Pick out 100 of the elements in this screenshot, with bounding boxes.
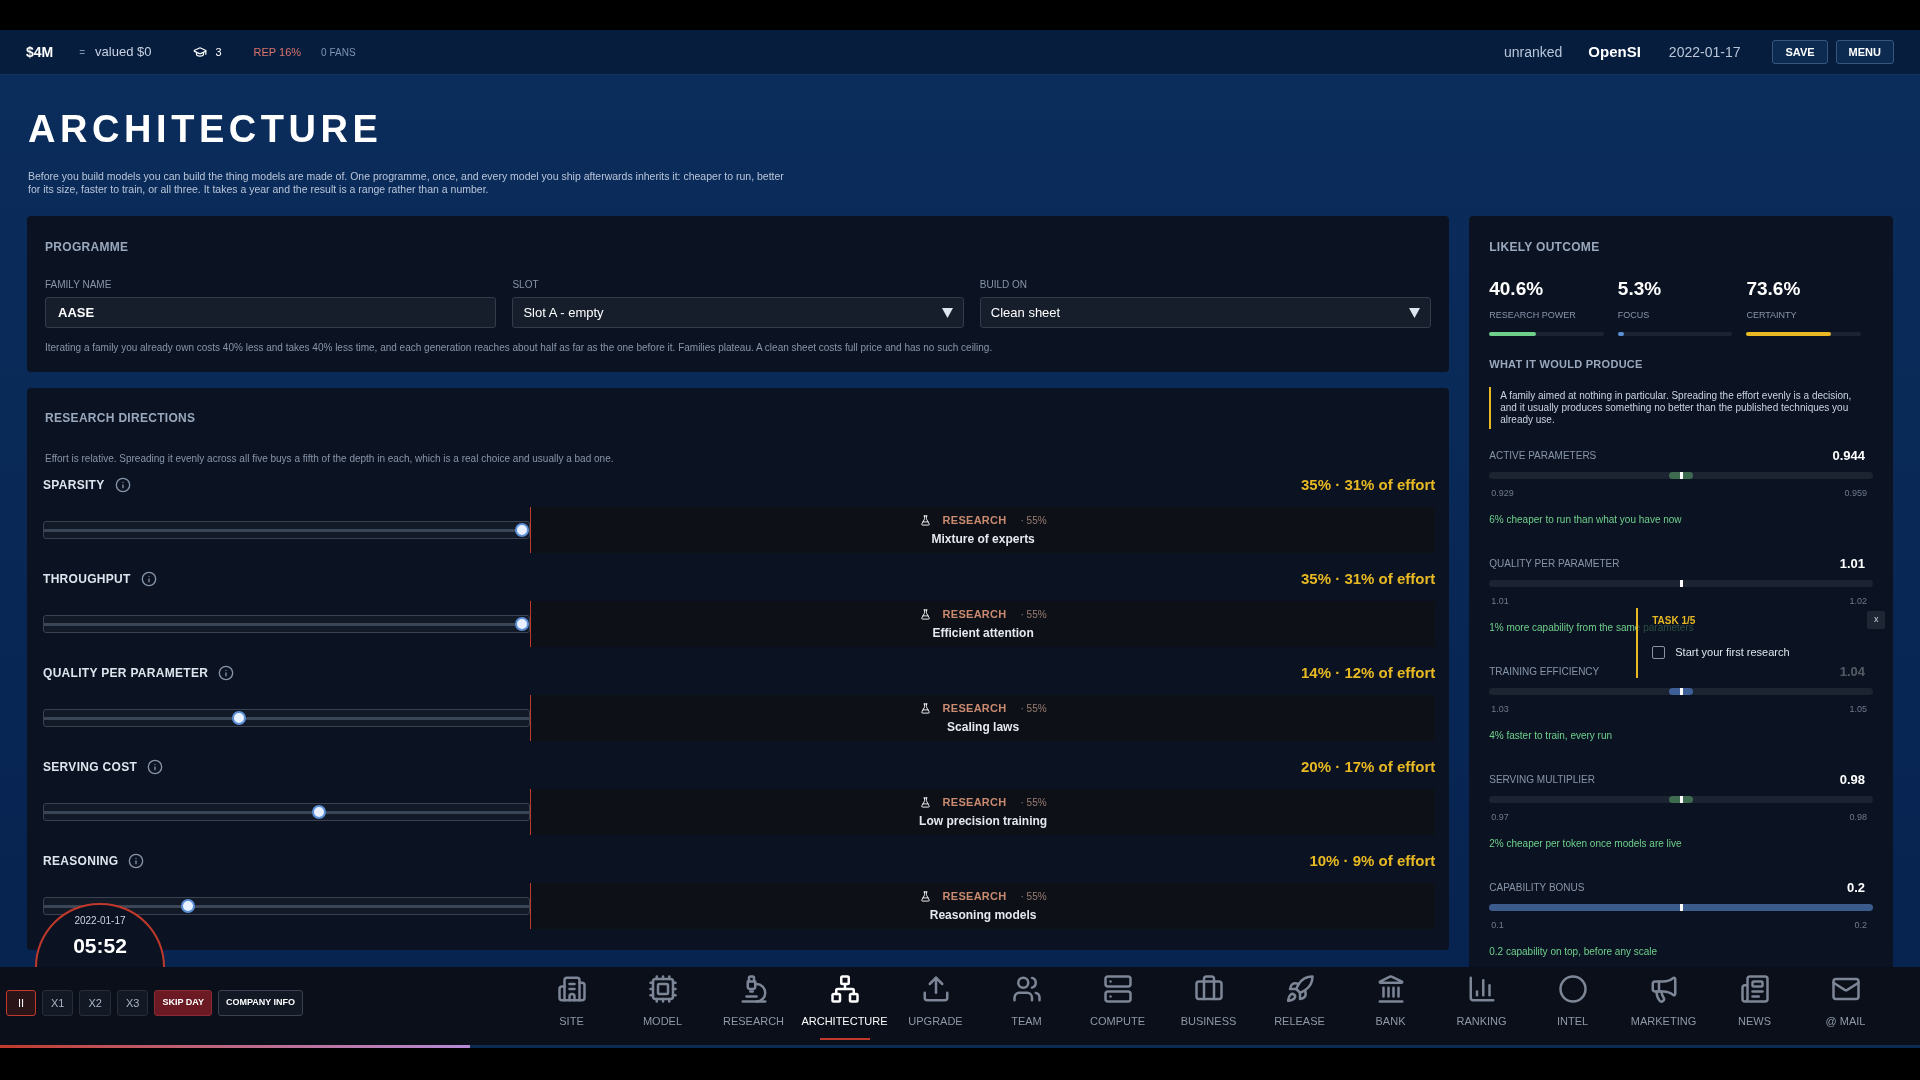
metric-name: ACTIVE PARAMETERS bbox=[1489, 449, 1597, 463]
research-note: Effort is relative. Spreading it evenly across all five buys a fifth of the depth in each, which is a real choice and usually a bad one. bbox=[44, 452, 615, 466]
research-card[interactable]: RESEARCH · 55% Low precision training bbox=[530, 789, 1436, 835]
page-title: ARCHITECTURE bbox=[28, 107, 384, 151]
research-name: Efficient attention bbox=[932, 625, 1034, 643]
flask-icon bbox=[919, 514, 931, 526]
nav-tab[interactable]: UPGRADE bbox=[890, 967, 981, 1045]
nav-tab[interactable]: NEWS bbox=[1709, 967, 1800, 1045]
effort-slider[interactable] bbox=[43, 709, 530, 727]
research-chance: · 55% bbox=[1020, 513, 1047, 528]
research-chance: · 55% bbox=[1020, 795, 1047, 810]
section-title: LIKELY OUTCOME bbox=[1489, 239, 1601, 256]
research-tag: RESEARCH bbox=[942, 511, 1007, 529]
dropdown-arrow-icon bbox=[1409, 307, 1421, 318]
flask-icon bbox=[919, 608, 931, 620]
research-card[interactable]: RESEARCH · 55% Reasoning models bbox=[530, 883, 1436, 929]
family-name-field[interactable]: AASE bbox=[45, 297, 497, 328]
metric-value: 0.2 bbox=[1846, 878, 1865, 897]
metric-effect: 4% faster to train, every run bbox=[1489, 729, 1614, 743]
effort-slider[interactable] bbox=[43, 897, 530, 915]
research-name: Reasoning models bbox=[929, 907, 1037, 925]
effort-slider[interactable] bbox=[43, 615, 530, 633]
slider-thumb[interactable] bbox=[312, 805, 327, 819]
nav-tab[interactable]: RELEASE bbox=[1254, 967, 1345, 1045]
nav-tab[interactable]: BUSINESS bbox=[1163, 967, 1254, 1045]
dropdown-arrow-icon bbox=[941, 307, 953, 318]
task-checkbox[interactable] bbox=[1652, 645, 1666, 659]
direction-name: THROUGHPUT bbox=[43, 571, 131, 588]
building-icon bbox=[556, 974, 587, 1004]
effort-slider[interactable] bbox=[43, 521, 530, 539]
server-icon bbox=[1102, 974, 1133, 1004]
range-max: 0.2 bbox=[1854, 918, 1867, 932]
research-tag: RESEARCH bbox=[942, 699, 1007, 717]
graduation-cap-icon bbox=[193, 45, 208, 59]
save-button[interactable]: SAVE bbox=[1772, 40, 1828, 64]
range-max: 1.05 bbox=[1849, 702, 1867, 716]
dropdown[interactable]: Slot A - empty bbox=[512, 297, 964, 328]
research-tag: RESEARCH bbox=[942, 793, 1007, 811]
nav-tab[interactable]: COMPUTE bbox=[1072, 967, 1163, 1045]
research-tag: RESEARCH bbox=[942, 887, 1007, 905]
slider-thumb[interactable] bbox=[515, 617, 529, 631]
effort-share: 10% · 9% of effort bbox=[1309, 850, 1436, 871]
dropdown[interactable]: Clean sheet bbox=[979, 297, 1432, 328]
direction-name: QUALITY PER PARAMETER bbox=[43, 665, 209, 682]
metric-effect: 6% cheaper to run than what you have now bbox=[1489, 513, 1683, 527]
research-chance: · 55% bbox=[1020, 701, 1047, 716]
company-info-button[interactable]: COMPANY INFO bbox=[217, 990, 304, 1016]
clock-time: 05:52 bbox=[73, 933, 127, 959]
stat-label: FOCUS bbox=[1617, 308, 1651, 322]
speed-button[interactable]: X2 bbox=[79, 990, 111, 1016]
metric-effect: 2% cheaper per token once models are live bbox=[1489, 837, 1683, 851]
nav-tab[interactable]: MODEL bbox=[617, 967, 708, 1045]
flask-icon bbox=[919, 796, 931, 808]
nav-tab[interactable]: @ MAIL bbox=[1800, 967, 1891, 1045]
nav-tab[interactable]: TEAM bbox=[981, 967, 1072, 1045]
nav-tab[interactable]: ARCHITECTURE bbox=[799, 967, 890, 1045]
field-label: FAMILY NAME bbox=[45, 278, 113, 292]
section-title: PROGRAMME bbox=[45, 239, 130, 256]
nav-tab[interactable]: MARKETING bbox=[1618, 967, 1709, 1045]
range-min: 0.97 bbox=[1491, 810, 1509, 824]
menu-button[interactable]: MENU bbox=[1835, 40, 1894, 64]
speed-button[interactable]: X3 bbox=[116, 990, 149, 1016]
range-min: 1.01 bbox=[1491, 594, 1509, 608]
info-icon[interactable] bbox=[140, 571, 157, 587]
close-button[interactable]: x bbox=[1867, 611, 1886, 629]
research-card[interactable]: RESEARCH · 55% Efficient attention bbox=[530, 601, 1436, 647]
slider-thumb[interactable] bbox=[180, 899, 195, 913]
info-icon[interactable] bbox=[147, 759, 164, 775]
skip-day-button[interactable]: SKIP DAY bbox=[154, 990, 212, 1016]
cash-amount: $4M bbox=[26, 42, 54, 62]
info-icon[interactable] bbox=[114, 477, 131, 493]
metric-effect: 0.2 capability on top, before any scale bbox=[1489, 945, 1659, 959]
pause-button[interactable]: II bbox=[6, 990, 36, 1016]
metric-name: TRAINING EFFICIENCY bbox=[1489, 665, 1600, 679]
slider-thumb[interactable] bbox=[232, 711, 247, 725]
effort-share: 14% · 12% of effort bbox=[1301, 662, 1436, 683]
effort-share: 35% · 31% of effort bbox=[1301, 474, 1436, 495]
task-label: Start your first research bbox=[1675, 645, 1790, 660]
slider-thumb[interactable] bbox=[515, 523, 529, 537]
effort-slider[interactable] bbox=[43, 803, 530, 821]
research-card[interactable]: RESEARCH · 55% Mixture of experts bbox=[530, 507, 1436, 553]
speed-button[interactable]: X1 bbox=[42, 990, 74, 1016]
section-title: RESEARCH DIRECTIONS bbox=[44, 410, 197, 427]
circle-icon bbox=[1557, 974, 1588, 1004]
metric-name: QUALITY PER PARAMETER bbox=[1489, 557, 1620, 571]
info-icon[interactable] bbox=[128, 853, 145, 869]
research-card[interactable]: RESEARCH · 55% Scaling laws bbox=[530, 695, 1436, 741]
effort-share: 20% · 17% of effort bbox=[1301, 756, 1436, 777]
current-date: 2022-01-17 bbox=[1668, 42, 1741, 62]
range-max: 1.02 bbox=[1849, 594, 1867, 608]
nav-tab[interactable]: RANKING bbox=[1436, 967, 1527, 1045]
info-icon[interactable] bbox=[218, 665, 235, 681]
valuation: valued $0 bbox=[95, 43, 152, 62]
nav-tab[interactable]: SITE bbox=[526, 967, 617, 1045]
stat-value: 5.3% bbox=[1617, 277, 1663, 301]
nav-tab[interactable]: RESEARCH bbox=[708, 967, 799, 1045]
nav-tab[interactable]: BANK bbox=[1345, 967, 1436, 1045]
nav-tab[interactable]: INTEL bbox=[1527, 967, 1618, 1045]
company-name: OpenSI bbox=[1588, 41, 1641, 62]
range-max: 0.98 bbox=[1849, 810, 1867, 824]
